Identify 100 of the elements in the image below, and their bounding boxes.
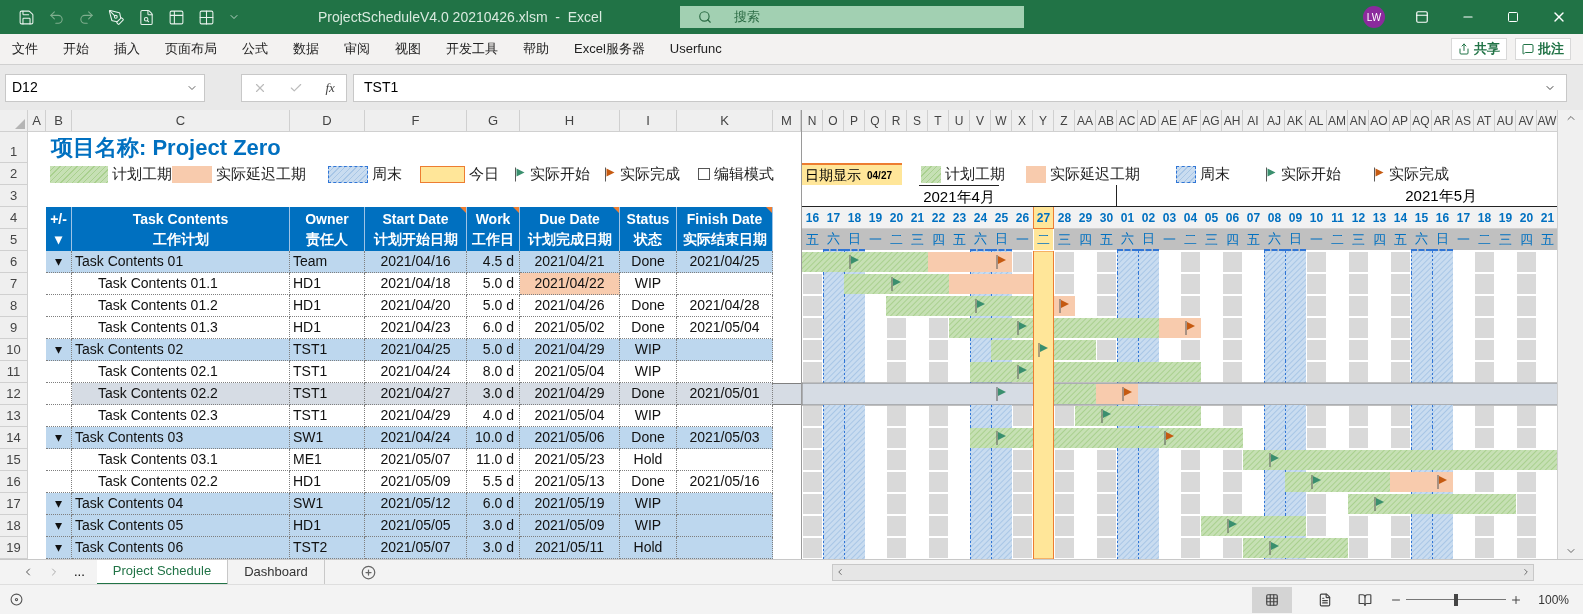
legend-label: 实际完成: [1389, 163, 1449, 184]
weekday-cell: 日: [844, 229, 865, 251]
menu-tab[interactable]: 页面布局: [165, 39, 217, 59]
weekday-cell: 二: [1327, 229, 1348, 251]
header-subtitle: 工作计划: [152, 230, 209, 249]
column-header[interactable]: I: [620, 110, 677, 132]
column-header[interactable]: AP: [1390, 110, 1411, 132]
column-header[interactable]: AB: [1096, 110, 1117, 132]
menu-tab[interactable]: 插入: [114, 39, 140, 59]
menu-tab[interactable]: 开始: [63, 39, 89, 59]
column-header[interactable]: W: [991, 110, 1012, 132]
column-header[interactable]: S: [907, 110, 928, 132]
toggle-cell[interactable]: ▾: [46, 251, 72, 273]
weekday-cell: 六: [970, 229, 991, 251]
legend-label: 计划工期: [945, 163, 1005, 184]
column-header[interactable]: H: [520, 110, 620, 132]
column-header[interactable]: AC: [1117, 110, 1138, 132]
header-subtitle: 状态: [634, 230, 662, 249]
header-subtitle: ▾: [55, 230, 62, 249]
user-avatar[interactable]: LW: [1363, 6, 1385, 28]
column-header[interactable]: AR: [1432, 110, 1453, 132]
column-header[interactable]: G: [467, 110, 520, 132]
menu-tab[interactable]: 公式: [242, 39, 268, 59]
menu-tab[interactable]: 审阅: [344, 39, 370, 59]
column-header[interactable]: AO: [1369, 110, 1390, 132]
column-header[interactable]: N: [802, 110, 823, 132]
column-header[interactable]: F: [365, 110, 467, 132]
column-header[interactable]: Z: [1054, 110, 1075, 132]
legend-label: 计划工期: [112, 163, 172, 184]
column-header[interactable]: B: [46, 110, 72, 132]
column-header[interactable]: M: [773, 110, 801, 132]
toggle-cell[interactable]: ▾: [46, 339, 72, 361]
insert-function-button[interactable]: fx: [325, 77, 335, 98]
toggle-cell[interactable]: ▾: [46, 515, 72, 537]
name-box[interactable]: D12: [5, 73, 205, 102]
date-display-value: 04/27: [867, 168, 893, 183]
menu-tab[interactable]: 文件: [12, 39, 38, 59]
day-number-cell: 12: [1348, 207, 1369, 229]
column-header[interactable]: AA: [1075, 110, 1096, 132]
column-header[interactable]: AU: [1495, 110, 1516, 132]
weekday-cell: 五: [1390, 229, 1411, 251]
menu-tab[interactable]: 数据: [293, 39, 319, 59]
column-header[interactable]: AH: [1222, 110, 1243, 132]
day-number-cell: 23: [949, 207, 970, 229]
column-header[interactable]: A: [28, 110, 46, 132]
column-header[interactable]: AI: [1243, 110, 1264, 132]
column-header[interactable]: Q: [865, 110, 886, 132]
menu-tab[interactable]: 视图: [395, 39, 421, 59]
column-header[interactable]: C: [72, 110, 290, 132]
zoom-level[interactable]: 100%: [1538, 590, 1569, 609]
row-header: 10: [0, 339, 28, 361]
weekday-cell: 四: [928, 229, 949, 251]
legend-label: 实际开始: [1281, 163, 1341, 184]
toggle-cell[interactable]: ▾: [46, 493, 72, 515]
day-number-cell: 19: [1495, 207, 1516, 229]
menu-tab[interactable]: Excel服务器: [574, 39, 645, 59]
header-title: Start Date: [382, 210, 449, 229]
row-header: 11: [0, 361, 28, 383]
column-header[interactable]: AM: [1327, 110, 1348, 132]
column-header[interactable]: AQ: [1411, 110, 1432, 132]
column-header[interactable]: AN: [1348, 110, 1369, 132]
column-header[interactable]: AJ: [1264, 110, 1285, 132]
more-sheets-button[interactable]: ...: [74, 562, 85, 582]
column-header[interactable]: AK: [1285, 110, 1306, 132]
column-header[interactable]: D: [290, 110, 365, 132]
column-header[interactable]: V: [970, 110, 991, 132]
column-header[interactable]: X: [1012, 110, 1033, 132]
column-header[interactable]: AG: [1201, 110, 1222, 132]
column-header[interactable]: AW: [1537, 110, 1558, 132]
share-button[interactable]: 共享: [1451, 38, 1507, 60]
column-header[interactable]: AE: [1159, 110, 1180, 132]
column-header[interactable]: AF: [1180, 110, 1201, 132]
legend-label: 实际开始: [530, 163, 590, 184]
column-header[interactable]: U: [949, 110, 970, 132]
column-header[interactable]: K: [677, 110, 773, 132]
column-header[interactable]: T: [928, 110, 949, 132]
column-header[interactable]: P: [844, 110, 865, 132]
column-header[interactable]: O: [823, 110, 844, 132]
column-header[interactable]: AT: [1474, 110, 1495, 132]
day-number-cell: 14: [1390, 207, 1411, 229]
comments-button[interactable]: 批注: [1515, 38, 1571, 60]
column-header[interactable]: R: [886, 110, 907, 132]
column-header[interactable]: AL: [1306, 110, 1327, 132]
search-field[interactable]: 搜索: [680, 6, 1024, 28]
formula-input[interactable]: TST1: [353, 73, 1567, 102]
column-header[interactable]: Y: [1033, 110, 1054, 132]
column-header[interactable]: AD: [1138, 110, 1159, 132]
row-header: 19: [0, 537, 28, 559]
toggle-cell[interactable]: ▾: [46, 537, 72, 559]
menu-tab[interactable]: Userfunc: [669, 39, 722, 59]
day-number-cell: 07: [1243, 207, 1264, 229]
menu-tab[interactable]: 开发工具: [446, 39, 498, 59]
column-header[interactable]: AV: [1516, 110, 1537, 132]
row-header: 16: [0, 471, 28, 493]
column-header[interactable]: AS: [1453, 110, 1474, 132]
sheet-tab[interactable]: Project Schedule: [96, 559, 229, 585]
toggle-cell[interactable]: ▾: [46, 427, 72, 449]
header-title: Finish Date: [686, 210, 763, 229]
weekday-cell: 三: [1348, 229, 1369, 251]
menu-tab[interactable]: 帮助: [523, 39, 549, 59]
